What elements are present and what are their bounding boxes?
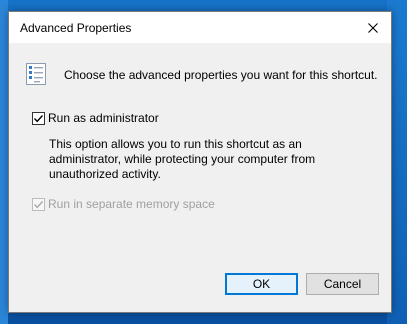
properties-list-icon xyxy=(24,62,48,86)
instruction-text: Choose the advanced properties you want … xyxy=(64,68,378,82)
checkmark-icon xyxy=(33,200,44,208)
separate-memory-option: Run in separate memory space xyxy=(32,197,215,211)
run-as-administrator-description: This option allows you to run this short… xyxy=(49,137,316,181)
close-button[interactable] xyxy=(355,12,391,43)
cancel-button[interactable]: Cancel xyxy=(306,273,379,295)
separate-memory-checkbox xyxy=(32,197,45,211)
dialog-title: Advanced Properties xyxy=(20,21,132,35)
advanced-properties-dialog: Advanced Properties Choose the advanced … xyxy=(8,11,392,313)
separate-memory-label: Run in separate memory space xyxy=(48,197,215,211)
desktop-window-edge-left xyxy=(0,0,8,324)
close-icon xyxy=(368,22,378,33)
run-as-administrator-option[interactable]: Run as administrator xyxy=(32,111,159,125)
run-as-administrator-checkbox[interactable] xyxy=(32,111,45,125)
checkmark-icon xyxy=(33,114,44,122)
run-as-administrator-label: Run as administrator xyxy=(48,111,159,125)
ok-button[interactable]: OK xyxy=(225,273,298,295)
title-bar: Advanced Properties xyxy=(9,12,391,43)
